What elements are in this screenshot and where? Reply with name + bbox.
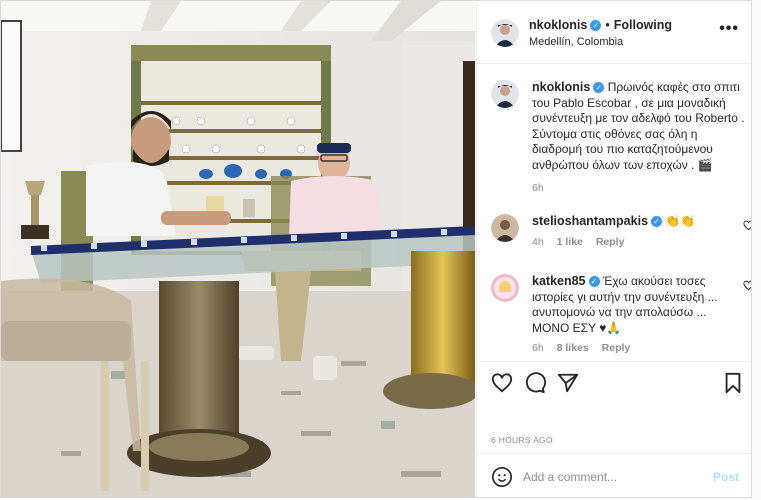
post-button[interactable]: Post <box>713 470 739 484</box>
comment-icon[interactable] <box>524 372 547 399</box>
avatar-image <box>491 274 519 302</box>
caption: nkoklonis ✓ Πρωινός καφές στο σπιτι του P… <box>491 80 746 194</box>
post-photo[interactable] <box>1 1 475 497</box>
header-line: nkoklonis ✓ • Following <box>529 18 672 32</box>
comment-meta: 6h 8 likes Reply <box>532 342 746 354</box>
post-header: nkoklonis ✓ • Following Medellín, Colombia … <box>477 1 751 64</box>
comment-like-icon[interactable] <box>743 280 751 294</box>
post-image <box>1 1 475 497</box>
post-author-username[interactable]: nkoklonis <box>529 18 587 32</box>
verified-icon: ✓ <box>588 276 600 288</box>
comment-like-icon[interactable] <box>743 220 751 234</box>
comment-input[interactable]: Add a comment... <box>523 470 617 484</box>
comment-item: stelioshantampakis ✓ 👏👏 4h 1 like Reply <box>491 214 751 248</box>
comment-text: katken85 ✓ Έχω ακούσει τοσες ιστορίες γι … <box>532 274 746 336</box>
comment-meta: 4h 1 like Reply <box>532 236 746 248</box>
avatar[interactable] <box>491 80 519 108</box>
comment-likes[interactable]: 1 like <box>557 236 583 248</box>
avatar-image <box>491 19 519 47</box>
instagram-post-card: nkoklonis ✓ • Following Medellín, Colombia … <box>0 0 752 498</box>
action-bar: 6 HOURS AGO <box>477 361 751 445</box>
avatar[interactable] <box>491 19 519 47</box>
caption-time[interactable]: 6h <box>532 182 746 194</box>
avatar[interactable] <box>491 274 519 302</box>
comment-body: 👏👏 <box>665 214 696 228</box>
share-icon[interactable] <box>557 372 579 399</box>
heart-icon[interactable] <box>491 372 513 399</box>
caption-username[interactable]: nkoklonis <box>532 80 590 94</box>
comment-likes[interactable]: 8 likes <box>557 342 589 354</box>
more-options-icon[interactable]: ••• <box>719 20 739 38</box>
post-timestamp[interactable]: 6 HOURS AGO <box>491 435 553 445</box>
bookmark-icon[interactable] <box>723 372 743 399</box>
comment-time[interactable]: 4h <box>532 236 544 248</box>
caption-text: nkoklonis ✓ Πρωινός καφές στο σπιτι του P… <box>532 80 746 173</box>
post-location[interactable]: Medellín, Colombia <box>529 36 623 48</box>
add-comment-bar: Add a comment... Post <box>477 453 751 497</box>
comment-item: katken85 ✓ Έχω ακούσει τοσες ιστορίες γι … <box>491 274 751 354</box>
verified-icon: ✓ <box>593 82 605 94</box>
avatar-image <box>491 214 519 242</box>
avatar[interactable] <box>491 214 519 242</box>
verified-icon: ✓ <box>590 20 602 32</box>
following-button[interactable]: Following <box>614 18 672 32</box>
post-sidebar: nkoklonis ✓ • Following Medellín, Colombia … <box>476 1 751 497</box>
avatar-image <box>491 80 519 108</box>
comment-text: stelioshantampakis ✓ 👏👏 <box>532 214 746 230</box>
separator-dot: • <box>605 18 610 32</box>
reply-button[interactable]: Reply <box>596 236 625 248</box>
comment-username[interactable]: stelioshantampakis <box>532 214 648 228</box>
comment-username[interactable]: katken85 <box>532 274 586 288</box>
emoji-icon[interactable] <box>491 466 513 493</box>
verified-icon: ✓ <box>651 216 663 228</box>
reply-button[interactable]: Reply <box>602 342 631 354</box>
comments-section[interactable]: nkoklonis ✓ Πρωινός καφές στο σπιτι του P… <box>477 64 751 360</box>
comment-time[interactable]: 6h <box>532 342 544 354</box>
